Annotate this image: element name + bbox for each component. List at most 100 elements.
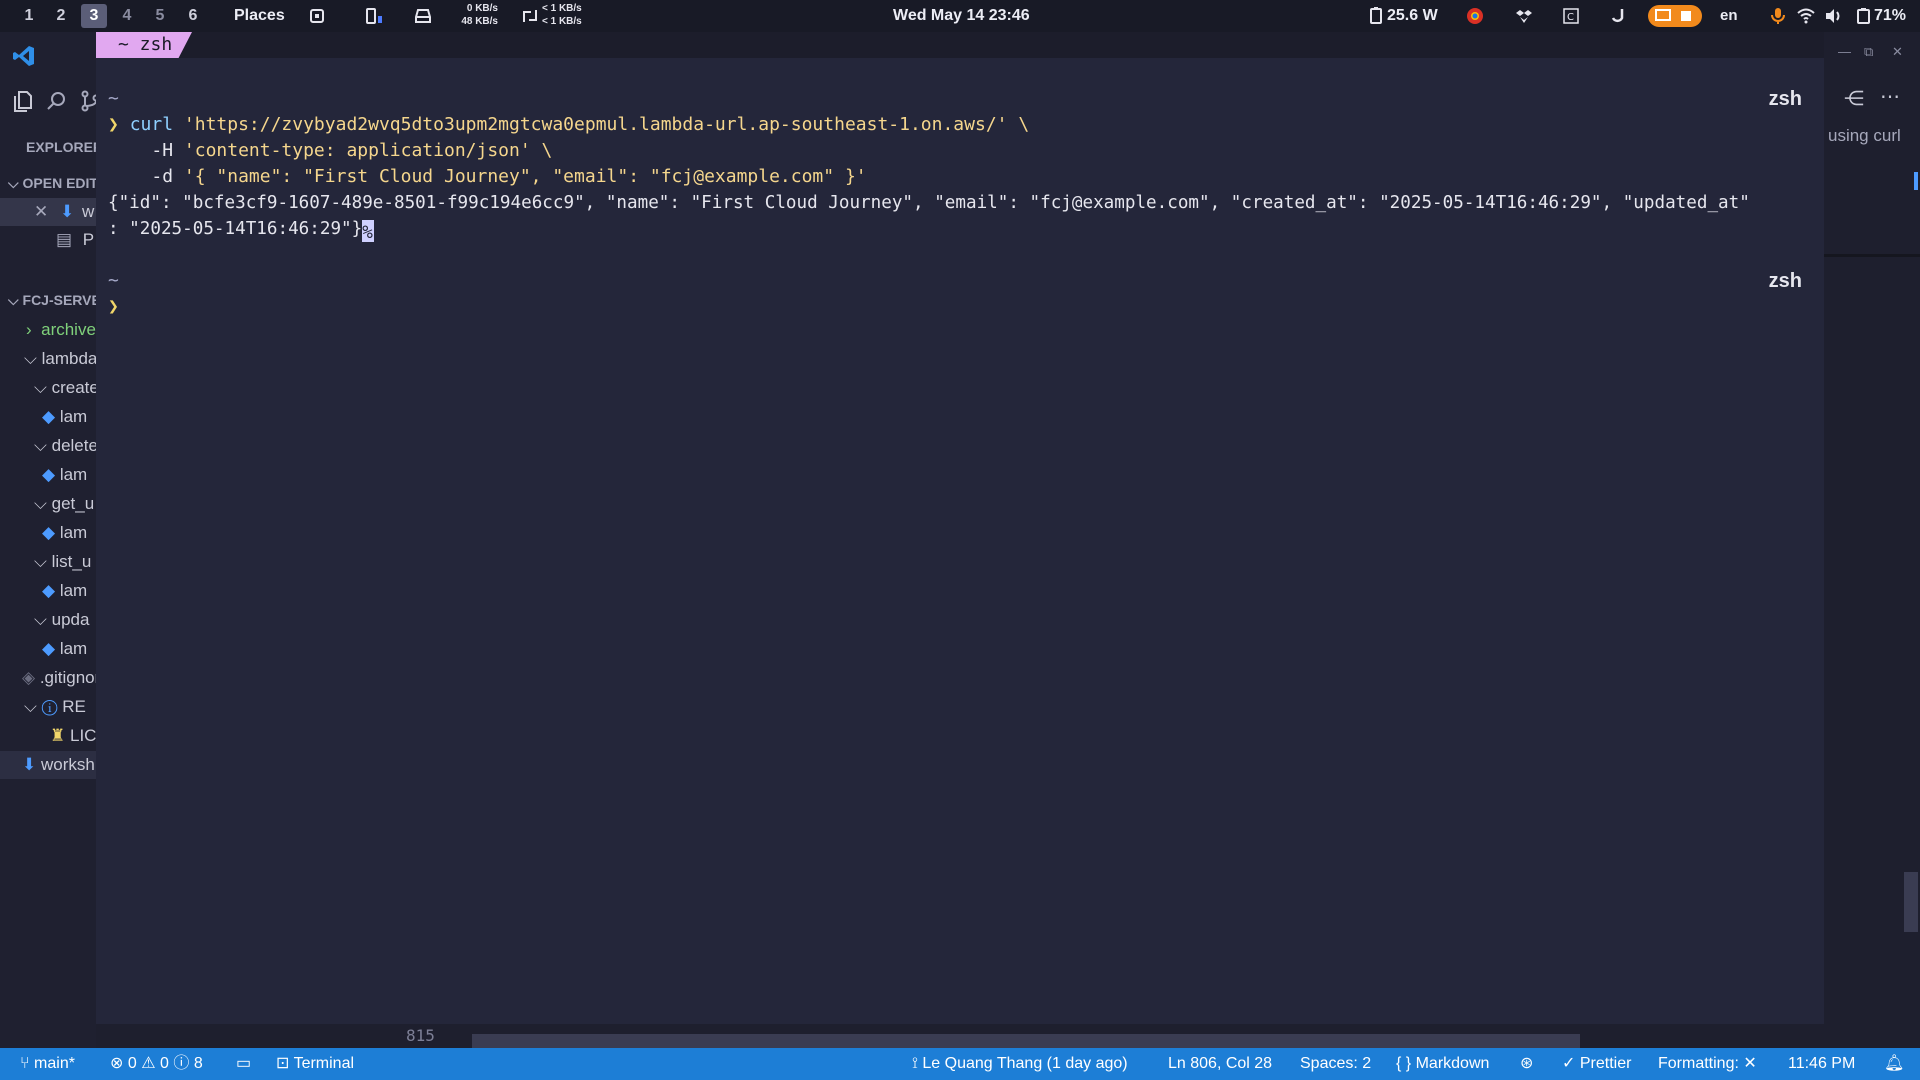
- close-window-icon[interactable]: ✕: [1892, 44, 1903, 60]
- vscode-logo-icon: [13, 46, 34, 66]
- open-editor-label: w: [82, 202, 95, 221]
- battery-icon[interactable]: [1855, 7, 1873, 25]
- horizontal-scrollbar[interactable]: [472, 1034, 1580, 1048]
- file-workshop[interactable]: ⬇ worksh: [0, 751, 96, 779]
- problems-indicator[interactable]: ⊗ 0 ⚠ 0 ⓘ 8: [110, 1048, 203, 1080]
- workspace-1[interactable]: 1: [16, 4, 42, 28]
- search-icon[interactable]: [46, 90, 68, 112]
- mic-icon[interactable]: [1769, 7, 1787, 25]
- folder-get-user[interactable]: ⌵ get_u: [34, 490, 94, 518]
- blame-label: Le Quang Thang (1 day ago): [922, 1055, 1128, 1072]
- places-menu[interactable]: Places: [234, 0, 285, 32]
- folder-create[interactable]: ⌵ create: [34, 374, 96, 402]
- terminal-button[interactable]: ⊡ Terminal: [276, 1048, 354, 1080]
- file-lambda-update[interactable]: ◆ lam: [42, 635, 87, 663]
- open-editors-section[interactable]: ⌵ OPEN EDITORS: [8, 169, 96, 197]
- workspace-3[interactable]: 3: [81, 4, 107, 28]
- shell-label: zsh: [1768, 88, 1802, 110]
- clock[interactable]: Wed May 14 23:46: [893, 0, 1030, 32]
- copilot-icon[interactable]: ⊛: [1520, 1048, 1533, 1080]
- folder-list-users[interactable]: ⌵ list_u: [34, 548, 91, 576]
- error-count: 0: [127, 1055, 137, 1072]
- workspace-2[interactable]: 2: [48, 4, 74, 28]
- file-license[interactable]: ♜ LIC: [50, 722, 96, 750]
- formatting-status[interactable]: Formatting: ✕: [1658, 1048, 1757, 1080]
- explorer-title: EXPLORER: [26, 139, 96, 155]
- explorer-sidebar: EXPLORER ⌵ OPEN EDITORS ✕ ⬇ w ▤ P ⌵ FCJ-…: [0, 32, 96, 1048]
- folder-label: create: [51, 378, 96, 397]
- notifications-icon[interactable]: 🔔︎: [1884, 1048, 1904, 1080]
- file-label: lam: [59, 407, 88, 426]
- header-flag: -H: [151, 140, 174, 161]
- drive-icon: [415, 9, 431, 23]
- close-icon[interactable]: ✕: [34, 198, 48, 226]
- terminal-pane[interactable]: zsh ~ ❯ curl 'https://zvybyad2wvq5dto3up…: [96, 58, 1824, 1024]
- open-editor-item[interactable]: ✕ ⬇ w: [0, 198, 96, 226]
- restore-icon[interactable]: ⧉: [1864, 44, 1873, 60]
- git-blame[interactable]: ⟟ Le Quang Thang (1 day ago): [912, 1048, 1128, 1080]
- folder-icon[interactable]: ▭: [236, 1048, 251, 1080]
- status-bar: ⑂ main* ⊗ 0 ⚠ 0 ⓘ 8 ▭ ⊡ Terminal ⟟ Le Qu…: [0, 1048, 1920, 1080]
- more-actions-icon[interactable]: ⋯: [1880, 84, 1900, 109]
- svg-text:C: C: [1567, 12, 1574, 23]
- project-section[interactable]: ⌵ FCJ-SERVERLESS: [8, 286, 96, 314]
- folder-lambda[interactable]: ⌵ lambda: [24, 345, 96, 373]
- response-line-1: {"id": "bcfe3cf9-1607-489e-8501-f99c194e…: [108, 193, 1750, 213]
- workspace-6[interactable]: 6: [180, 4, 206, 28]
- keyboard-language[interactable]: en: [1720, 0, 1738, 32]
- info-icon: ⓘ: [41, 697, 58, 716]
- file-lambda-delete[interactable]: ◆ lam: [42, 461, 87, 489]
- file-readme[interactable]: ⌵ ⓘ RE: [24, 693, 86, 721]
- file-gitignore[interactable]: ◈ .gitignore: [22, 664, 96, 692]
- folder-update[interactable]: ⌵ upda: [34, 606, 89, 634]
- dropbox-icon[interactable]: [1515, 7, 1533, 25]
- stop-icon[interactable]: [1677, 7, 1695, 25]
- terminal-tab[interactable]: ~ zsh: [96, 32, 192, 58]
- workspace-5[interactable]: 5: [147, 4, 173, 28]
- power-usage: 25.6 W: [1387, 7, 1438, 24]
- cwd-tilde: ~: [108, 88, 119, 109]
- folder-label: get_u: [51, 494, 95, 513]
- file-label: lam: [59, 581, 88, 600]
- cursor-position[interactable]: Ln 806, Col 28: [1168, 1048, 1272, 1080]
- workspace-4[interactable]: 4: [114, 4, 140, 28]
- folder-delete[interactable]: ⌵ delete: [34, 432, 96, 460]
- folder-label: upda: [51, 610, 90, 629]
- python-file-icon: ◆: [42, 639, 56, 658]
- ide-icon[interactable]: C: [1562, 7, 1580, 25]
- indentation[interactable]: Spaces: 2: [1300, 1048, 1371, 1080]
- folder-archive[interactable]: › archive: [26, 316, 96, 344]
- python-file-icon: ◆: [42, 407, 56, 426]
- minimap-slider[interactable]: [1904, 872, 1918, 932]
- open-editor-preview[interactable]: ▤ P: [56, 226, 94, 254]
- prettier-label: Prettier: [1579, 1055, 1632, 1072]
- hook-icon[interactable]: [1610, 7, 1628, 25]
- command-name: curl: [129, 114, 174, 135]
- git-branch[interactable]: ⑂ main*: [20, 1048, 75, 1080]
- system-top-bar: 1 2 3 4 5 6 Places 0 KB/s 48 KB/s < 1 KB…: [0, 0, 1920, 32]
- files-icon[interactable]: [12, 90, 34, 112]
- folder-label: archive: [41, 320, 96, 339]
- split-editor-icon[interactable]: ⋲: [1844, 86, 1864, 111]
- project-label: FCJ-SERVERLESS: [22, 292, 96, 308]
- volume-icon[interactable]: [1824, 7, 1842, 25]
- file-lambda-list[interactable]: ◆ lam: [42, 577, 87, 605]
- wifi-icon[interactable]: [1797, 7, 1815, 25]
- chrome-icon[interactable]: [1466, 7, 1484, 25]
- language-mode[interactable]: { } Markdown: [1396, 1048, 1489, 1080]
- prompt-symbol: ❯: [108, 114, 119, 135]
- prettier-status[interactable]: ✓ Prettier: [1562, 1048, 1631, 1080]
- file-lambda-create[interactable]: ◆ lam: [42, 403, 87, 431]
- source-control-icon[interactable]: [80, 90, 96, 112]
- file-lambda-get[interactable]: ◆ lam: [42, 519, 87, 547]
- data-value: '{ "name": "First Cloud Journey", "email…: [183, 166, 867, 187]
- transfer-icon: [523, 10, 537, 22]
- transfer-speed: < 1 KB/s < 1 KB/s: [542, 2, 592, 28]
- minimize-icon[interactable]: —: [1838, 44, 1851, 59]
- screencast-icon: [1655, 9, 1671, 21]
- error-icon: ⊗: [110, 1055, 124, 1072]
- shell-label-2: zsh: [1768, 270, 1802, 292]
- battery-level: 71%: [1874, 7, 1907, 24]
- command-line-1: ❯ curl 'https://zvybyad2wvq5dto3upm2mgtc…: [108, 112, 1029, 138]
- response-line-2: : "2025-05-14T16:46:29"}%: [108, 216, 375, 243]
